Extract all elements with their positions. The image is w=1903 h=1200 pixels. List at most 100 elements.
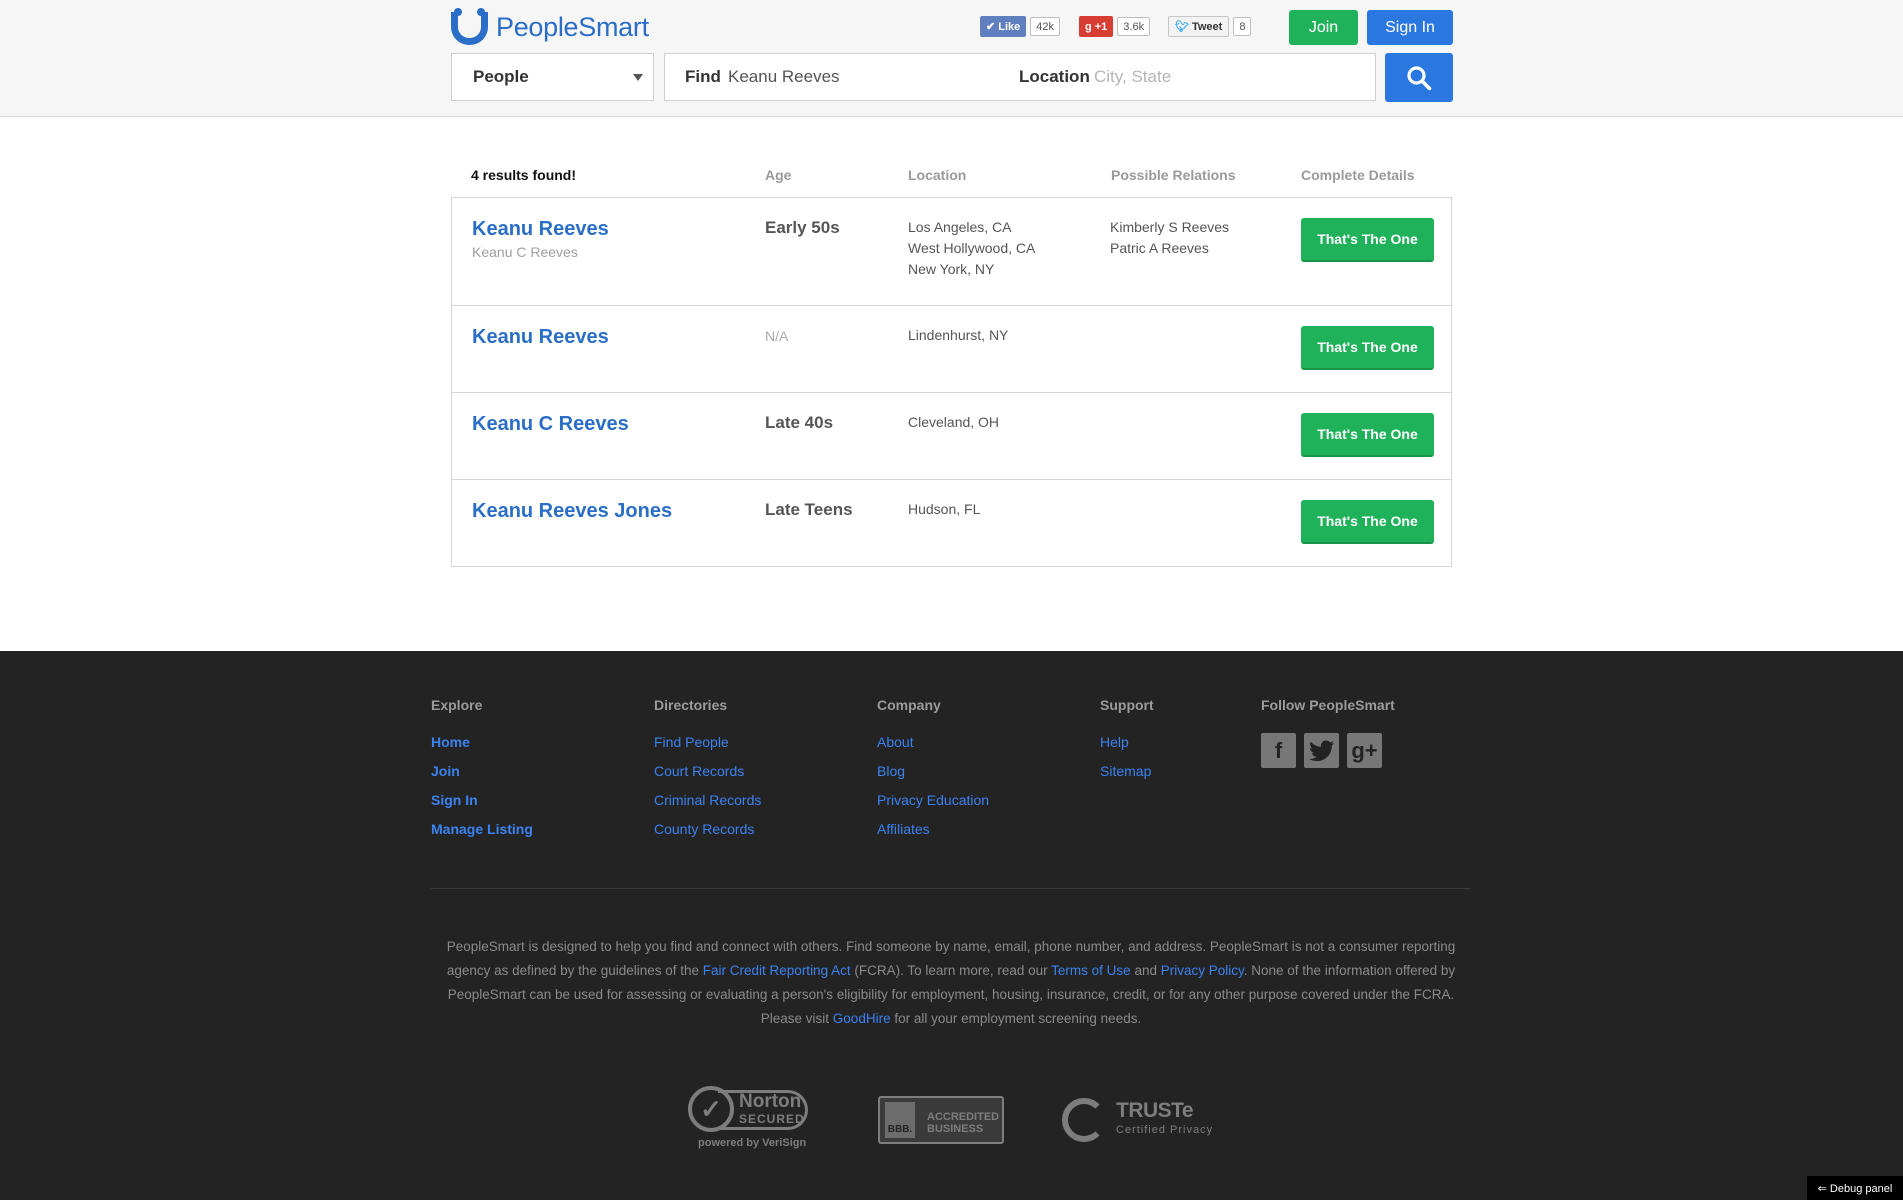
result-location: New York, NY [908, 261, 995, 277]
footer-heading: Follow PeopleSmart [1261, 697, 1395, 713]
column-age: Age [765, 167, 792, 183]
google-plus-widget[interactable]: g +1 3.6k [1079, 16, 1151, 37]
fcra-link[interactable]: Fair Credit Reporting Act [703, 963, 851, 978]
debug-panel-toggle[interactable]: ⇐ Debug panel [1807, 1176, 1903, 1200]
result-age: N/A [765, 328, 789, 344]
result-relations: Kimberly S Reeves Patric A Reeves [1110, 217, 1229, 259]
footer-link-criminal-records[interactable]: Criminal Records [654, 791, 761, 820]
privacy-policy-link[interactable]: Privacy Policy [1161, 963, 1244, 978]
thats-the-one-button[interactable]: That's The One [1301, 326, 1434, 370]
truste-subtitle: Certified Privacy [1116, 1124, 1214, 1136]
footer-link-court-records[interactable]: Court Records [654, 762, 761, 791]
footer-social-icons: f g+ [1261, 733, 1395, 768]
tweet-count: 8 [1233, 17, 1252, 36]
goodhire-link[interactable]: GoodHire [833, 1011, 891, 1026]
facebook-icon[interactable]: f [1261, 733, 1296, 768]
twitter-widget[interactable]: 🐦︎ Tweet 8 [1168, 16, 1252, 37]
results-count: 4 results found! [471, 167, 577, 183]
join-button[interactable]: Join [1289, 10, 1358, 45]
truste-title: TRUSTe [1116, 1099, 1194, 1122]
site-footer: Explore Home Join Sign In Manage Listing… [0, 651, 1903, 1200]
result-location: Los Angeles, CA [908, 219, 1012, 235]
logo[interactable]: PeopleSmart [451, 8, 649, 46]
footer-link-help[interactable]: Help [1100, 733, 1154, 762]
result-row: Keanu Reeves N/A Lindenhurst, NY That's … [452, 306, 1451, 393]
disclaimer-text: and [1130, 963, 1161, 978]
search-type-value: People [473, 67, 529, 86]
footer-follow: Follow PeopleSmart f g+ [1261, 697, 1395, 768]
footer-support: Support Help Sitemap [1100, 697, 1154, 791]
bbb-accredited-badge[interactable]: BBB. ACCREDITED BUSINESS [878, 1096, 1004, 1144]
google-plus-icon[interactable]: g+ [1347, 733, 1382, 768]
footer-link-join[interactable]: Join [431, 762, 533, 791]
facebook-like-widget[interactable]: ✔ Like 42k [980, 16, 1060, 37]
name-search-input[interactable]: Keanu Reeves [728, 67, 840, 87]
google-plus-icon: g [1085, 20, 1092, 33]
footer-heading: Company [877, 697, 941, 713]
results-table: Keanu Reeves Keanu C Reeves Early 50s Lo… [451, 197, 1452, 567]
footer-link-about[interactable]: About [877, 733, 989, 762]
location-input[interactable]: City, State [1094, 67, 1171, 87]
result-name-link[interactable]: Keanu Reeves Jones [472, 500, 672, 523]
checkmark-icon: ✓ [688, 1086, 734, 1132]
footer-link-affiliates[interactable]: Affiliates [877, 820, 989, 849]
result-name-link[interactable]: Keanu Reeves [472, 218, 609, 241]
results-column-headers: 4 results found! Age Location Possible R… [0, 167, 1903, 185]
sign-in-button[interactable]: Sign In [1367, 10, 1453, 45]
thats-the-one-button[interactable]: That's The One [1301, 500, 1434, 544]
footer-link-sign-in[interactable]: Sign In [431, 791, 533, 820]
column-complete-details: Complete Details [1301, 167, 1415, 183]
column-location: Location [908, 167, 967, 183]
result-location: Cleveland, OH [908, 414, 1000, 430]
tweet-button[interactable]: 🐦︎ Tweet [1168, 16, 1230, 37]
result-locations: Los Angeles, CA West Hollywood, CA New Y… [908, 217, 1035, 280]
terms-of-use-link[interactable]: Terms of Use [1051, 963, 1131, 978]
footer-link-county-records[interactable]: County Records [654, 820, 761, 849]
result-age: Early 50s [765, 218, 840, 237]
bbb-text: ACCREDITED [927, 1111, 1000, 1123]
search-box: Find Keanu Reeves Location City, State [664, 53, 1376, 101]
result-location: Lindenhurst, NY [908, 327, 1009, 343]
result-age: Late 40s [765, 413, 834, 432]
result-relation: Patric A Reeves [1110, 240, 1209, 256]
result-locations: Lindenhurst, NY [908, 325, 1008, 346]
result-locations: Hudson, FL [908, 499, 980, 520]
result-name-link[interactable]: Keanu Reeves [472, 326, 609, 349]
search-button[interactable] [1385, 53, 1453, 102]
bbb-logo-icon: BBB. [885, 1102, 915, 1138]
site-header: PeopleSmart ✔ Like 42k g +1 3.6k 🐦︎ Twee… [0, 0, 1903, 117]
footer-divider [431, 888, 1471, 889]
disclaimer-text: (FCRA). To learn more, read our [850, 963, 1052, 978]
truste-badge[interactable]: TRUSTe Certified Privacy [1062, 1096, 1217, 1146]
result-row: Keanu Reeves Jones Late Teens Hudson, FL… [452, 480, 1451, 566]
result-age: Late Teens [765, 500, 853, 519]
footer-link-home[interactable]: Home [431, 733, 533, 762]
result-name-link[interactable]: Keanu C Reeves [472, 413, 629, 436]
footer-company: Company About Blog Privacy Education Aff… [877, 697, 989, 849]
find-label: Find [685, 67, 721, 86]
norton-title: Norton [739, 1091, 802, 1112]
footer-link-blog[interactable]: Blog [877, 762, 989, 791]
footer-link-manage-listing[interactable]: Manage Listing [431, 820, 533, 849]
footer-link-find-people[interactable]: Find People [654, 733, 761, 762]
footer-link-privacy-education[interactable]: Privacy Education [877, 791, 989, 820]
footer-directories: Directories Find People Court Records Cr… [654, 697, 761, 849]
google-plus-count: 3.6k [1117, 17, 1151, 36]
result-row: Keanu C Reeves Late 40s Cleveland, OH Th… [452, 393, 1451, 480]
twitter-bird-icon: 🐦︎ [1175, 21, 1189, 33]
disclaimer-text: for all your employment screening needs. [890, 1011, 1142, 1026]
facebook-like-button[interactable]: ✔ Like [980, 16, 1027, 37]
thumbs-up-icon: ✔ [986, 21, 996, 33]
twitter-icon[interactable] [1304, 733, 1339, 768]
facebook-like-count: 42k [1030, 17, 1060, 36]
truste-logo-icon [1062, 1098, 1106, 1142]
google-plus-button[interactable]: g +1 [1079, 16, 1114, 37]
norton-secured-badge[interactable]: ✓ Norton SECURED powered by VeriSign [688, 1081, 823, 1151]
search-type-select[interactable]: People [451, 53, 654, 101]
result-location: West Hollywood, CA [908, 240, 1036, 256]
thats-the-one-button[interactable]: That's The One [1301, 218, 1434, 262]
location-label: Location [1019, 67, 1090, 86]
thats-the-one-button[interactable]: That's The One [1301, 413, 1434, 457]
footer-link-sitemap[interactable]: Sitemap [1100, 762, 1154, 791]
column-possible-relations: Possible Relations [1111, 167, 1236, 183]
